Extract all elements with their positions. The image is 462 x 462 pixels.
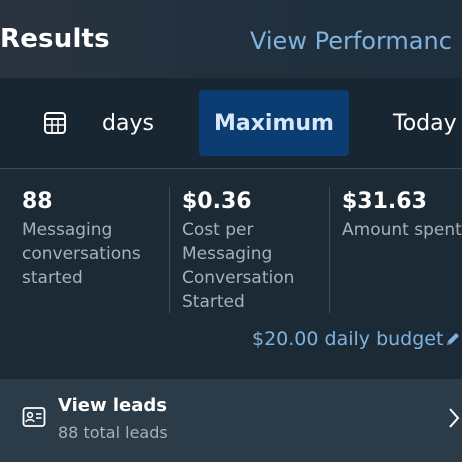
tab-maximum-label: Maximum [214,110,334,136]
chevron-right-icon [449,408,460,428]
metric-divider [329,187,330,313]
metric-label: Messaging conversations started [22,220,141,288]
daily-budget-label: $20.00 daily budget [252,328,444,350]
metric-cost-per-conversation: $0.36 Cost per Messaging Conversation St… [182,188,322,314]
tab-today[interactable]: Today [393,111,457,136]
pencil-icon [447,333,460,345]
metrics-panel: 88 Messaging conversations started $0.36… [0,169,462,379]
view-leads-title: View leads [58,395,168,416]
metric-amount-spent: $31.63 Amount spent [342,188,462,242]
view-leads-row[interactable]: View leads 88 total leads [0,379,462,462]
calendar-grid-icon [44,112,66,134]
metric-label: Cost per Messaging Conversation Started [182,220,295,312]
results-header: Results View Performanc [0,0,462,78]
metric-value: $31.63 [342,189,427,214]
metric-label: Amount spent [342,220,462,240]
metric-conversations: 88 Messaging conversations started [22,188,162,290]
tab-days-label: days [102,110,154,136]
daily-budget-link[interactable]: $20.00 daily budget [252,328,461,350]
tab-maximum[interactable]: Maximum [199,90,349,156]
date-range-tabs: days Maximum Today [0,78,462,169]
view-performance-link[interactable]: View Performanc [250,27,452,55]
page-title: Results [0,24,110,54]
total-leads-count: 88 total leads [58,423,168,442]
metric-value: $0.36 [182,189,252,214]
metric-divider [169,187,170,313]
tab-days[interactable]: days [42,110,154,136]
contact-card-icon [22,407,46,427]
metric-value: 88 [22,189,53,214]
